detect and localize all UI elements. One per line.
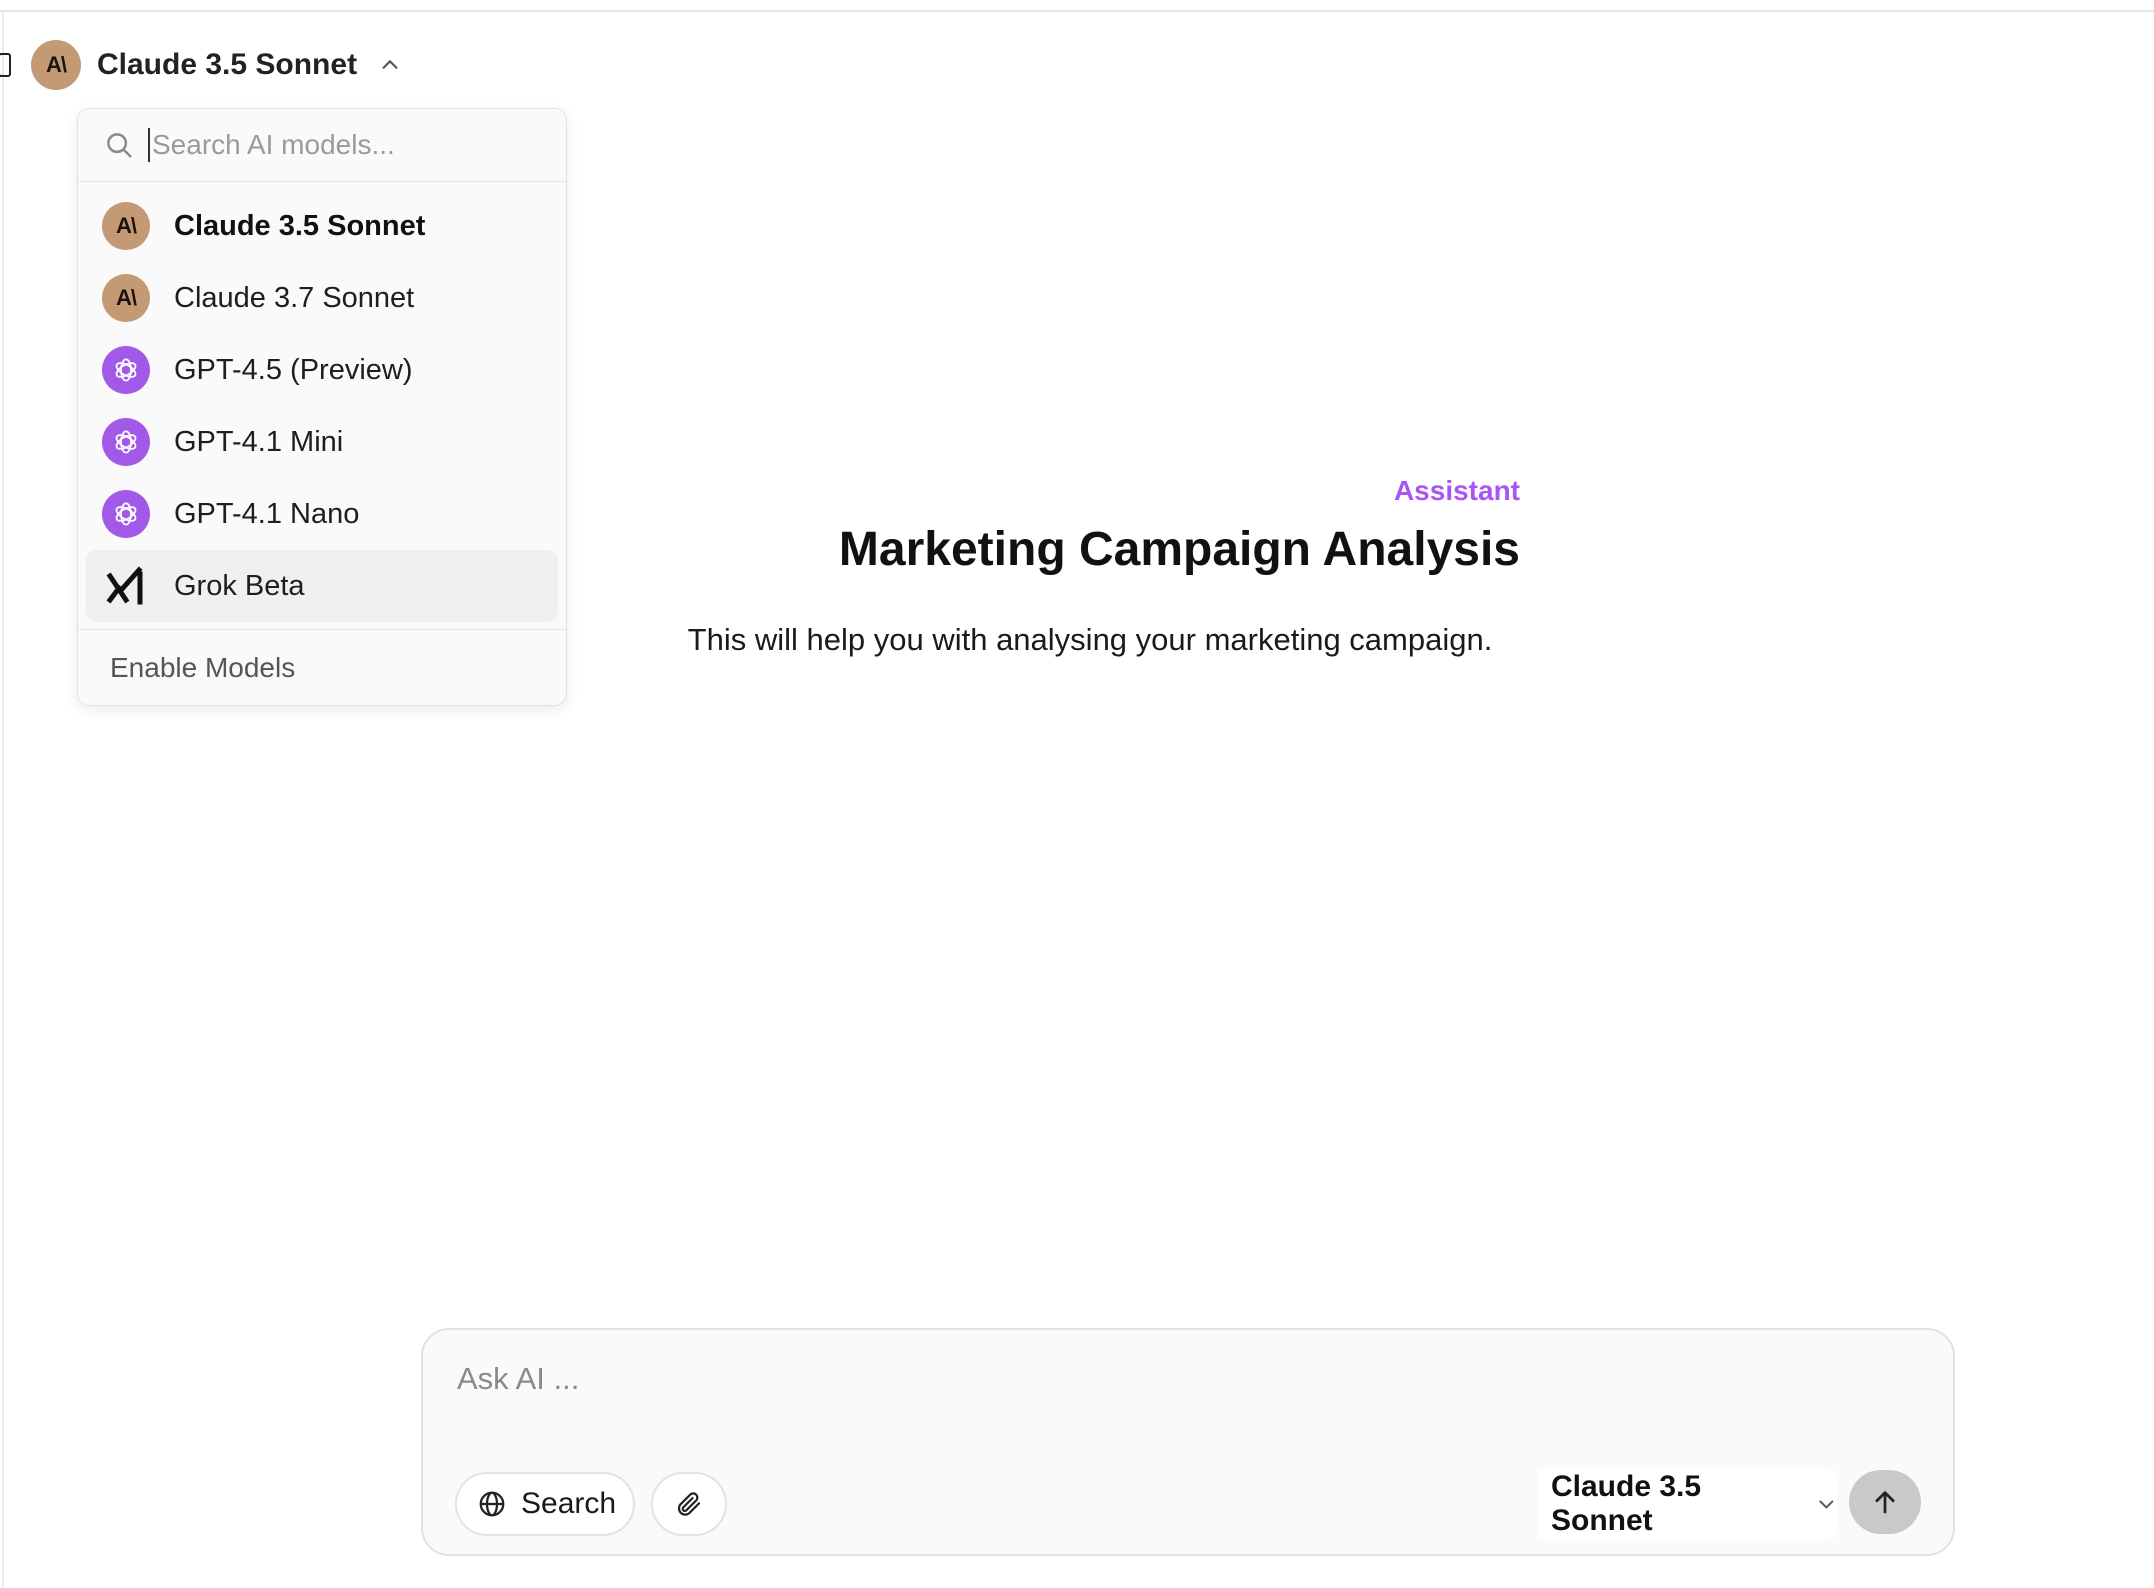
model-item-label: Claude 3.7 Sonnet — [174, 281, 415, 314]
model-item-label: Grok Beta — [174, 569, 305, 602]
page-description: This will help you with analysing your m… — [687, 622, 1493, 657]
model-item-gpt-4-1-mini[interactable]: GPT-4.1 Mini — [86, 406, 558, 478]
globe-icon — [479, 1491, 505, 1517]
arrow-up-icon — [1875, 1491, 1895, 1514]
selected-model-label: Claude 3.5 Sonnet — [97, 48, 358, 81]
anthropic-icon: A\ — [31, 40, 81, 90]
model-item-claude-3-5-sonnet[interactable]: A\ Claude 3.5 Sonnet — [86, 190, 558, 262]
xai-icon — [102, 562, 150, 610]
chevron-up-icon — [382, 60, 398, 69]
model-selector-trigger[interactable]: A\ Claude 3.5 Sonnet — [0, 38, 401, 92]
search-button-label: Search — [521, 1487, 617, 1520]
model-item-gpt-4-5-preview[interactable]: GPT-4.5 (Preview) — [86, 334, 558, 406]
openai-icon — [102, 418, 150, 466]
composer-model-label: Claude 3.5 Sonnet — [1551, 1470, 1702, 1537]
model-search-input[interactable] — [148, 128, 554, 162]
top-divider — [0, 10, 2154, 12]
model-dropdown: A\ Claude 3.5 Sonnet A\ Claude 3.7 Sonne… — [77, 108, 567, 706]
chat-composer: Search Claude 3.5 Sonnet — [421, 1328, 1955, 1556]
model-search-row — [78, 109, 566, 182]
send-button[interactable] — [1849, 1470, 1921, 1534]
paperclip-icon — [677, 1492, 701, 1516]
left-divider — [2, 12, 4, 1588]
web-search-button[interactable]: Search — [455, 1472, 635, 1536]
sidebar-toggle-icon[interactable] — [0, 53, 11, 77]
anthropic-icon: A\ — [102, 202, 150, 250]
attach-button[interactable] — [651, 1472, 727, 1536]
ask-ai-input[interactable] — [455, 1360, 1559, 1398]
model-item-grok-beta[interactable]: Grok Beta — [86, 550, 558, 622]
assistant-role-label: Assistant — [1393, 475, 1520, 506]
openai-icon — [102, 490, 150, 538]
model-item-gpt-4-1-nano[interactable]: GPT-4.1 Nano — [86, 478, 558, 550]
model-item-label: Claude 3.5 Sonnet — [174, 209, 426, 242]
chevron-down-icon — [1819, 1500, 1834, 1509]
model-item-label: GPT-4.1 Nano — [174, 497, 360, 530]
search-icon — [107, 133, 132, 158]
model-item-label: GPT-4.1 Mini — [174, 425, 344, 458]
anthropic-icon: A\ — [102, 274, 150, 322]
enable-models-button[interactable]: Enable Models — [78, 629, 566, 705]
openai-icon — [102, 346, 150, 394]
model-list: A\ Claude 3.5 Sonnet A\ Claude 3.7 Sonne… — [78, 182, 566, 622]
composer-model-select[interactable]: Claude 3.5 Sonnet — [1537, 1468, 1837, 1540]
page-title: Marketing Campaign Analysis — [838, 523, 1520, 576]
enable-models-label: Enable Models — [110, 651, 296, 683]
model-item-label: GPT-4.5 (Preview) — [174, 353, 413, 386]
model-item-claude-3-7-sonnet[interactable]: A\ Claude 3.7 Sonnet — [86, 262, 558, 334]
